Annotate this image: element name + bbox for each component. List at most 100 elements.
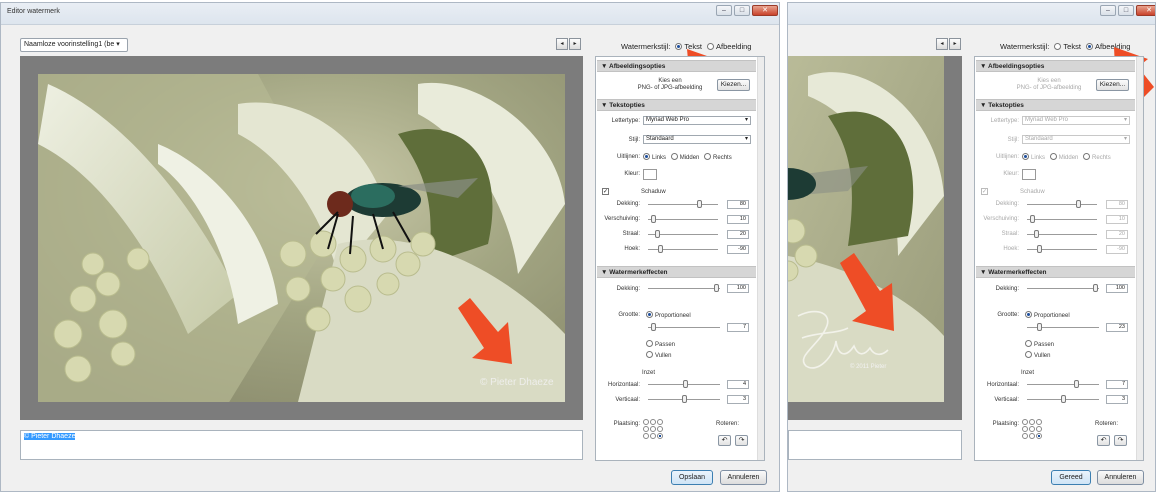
shadow-row-value[interactable]: 20 (727, 230, 749, 239)
choose-image-button[interactable]: Kiezen... (717, 79, 750, 91)
shadow-slider-thumb[interactable] (654, 230, 660, 238)
rotate-left-button[interactable]: ↶ (718, 435, 731, 446)
shadow-row-value[interactable]: -90 (727, 245, 749, 254)
fill-radio[interactable] (1025, 351, 1032, 358)
anchor-point[interactable] (650, 433, 656, 439)
fill-radio[interactable] (646, 351, 653, 358)
anchor-point[interactable] (1029, 433, 1035, 439)
image-options-header-right[interactable]: ▼ Afbeeldingsopties (976, 60, 1135, 72)
size-proportional[interactable]: Proportioneel (643, 311, 691, 319)
size-value[interactable]: 23 (1106, 323, 1128, 332)
next-image-button[interactable]: ▸ (569, 38, 581, 50)
shadow-slider-thumb[interactable] (657, 245, 663, 253)
horizontal-slider-thumb[interactable] (682, 380, 688, 388)
shadow-row-value[interactable]: 10 (1106, 215, 1128, 224)
prev-image-button[interactable]: ◂ (556, 38, 568, 50)
anchor-point[interactable] (643, 419, 649, 425)
fit-option[interactable]: Passen (1022, 340, 1054, 348)
rotate-right-button[interactable]: ↷ (735, 435, 748, 446)
shadow-slider-thumb[interactable] (696, 200, 702, 208)
fit-radio[interactable] (646, 340, 653, 347)
shadow-slider-thumb[interactable] (651, 215, 657, 223)
shadow-slider-track[interactable] (1027, 204, 1097, 205)
align-center-radio-right[interactable] (1049, 153, 1057, 160)
fill-option[interactable]: Vullen (1022, 351, 1050, 359)
shadow-slider-thumb[interactable] (1030, 215, 1036, 223)
anchor-point[interactable] (1036, 419, 1042, 425)
shadow-slider-thumb[interactable] (1036, 245, 1042, 253)
size-value[interactable]: 7 (727, 323, 749, 332)
font-select[interactable]: Myriad Web Pro (643, 116, 751, 125)
size-slider-track[interactable] (648, 327, 720, 328)
color-swatch-right[interactable] (1022, 169, 1036, 180)
shadow-row-value[interactable]: 20 (1106, 230, 1128, 239)
image-options-header[interactable]: ▼ Afbeeldingsopties (597, 60, 756, 72)
vertical-slider-thumb[interactable] (681, 395, 687, 403)
horizontal-slider-thumb[interactable] (1073, 380, 1079, 388)
anchor-point[interactable] (657, 433, 663, 439)
anchor-point[interactable] (1022, 433, 1028, 439)
watermark-text-input-right[interactable] (788, 430, 962, 460)
shadow-slider-track[interactable] (648, 204, 718, 205)
shadow-checkbox-right[interactable]: ✓ (981, 188, 988, 195)
anchor-point[interactable] (650, 419, 656, 425)
rotate-left-button[interactable]: ↶ (1097, 435, 1110, 446)
fill-option[interactable]: Vullen (643, 351, 671, 359)
anchor-point[interactable] (1036, 426, 1042, 432)
maximize-button-right[interactable]: □ (1118, 5, 1134, 16)
shadow-checkbox[interactable]: ✓ (602, 188, 609, 195)
proportional-radio[interactable] (646, 311, 653, 318)
watermark-effects-header[interactable]: ▼ Watermerkeffecten (597, 266, 756, 278)
close-button-right[interactable]: ✕ (1136, 5, 1155, 16)
prev-image-button-right[interactable]: ◂ (936, 38, 948, 50)
close-button[interactable]: ✕ (752, 5, 778, 16)
font-select-right[interactable]: Myriad Web Pro (1022, 116, 1130, 125)
style-select-right[interactable]: Standaard (1022, 135, 1130, 144)
style-select[interactable]: Standaard (643, 135, 751, 144)
anchor-point[interactable] (643, 433, 649, 439)
watermark-effects-header-right[interactable]: ▼ Watermerkeffecten (976, 266, 1135, 278)
radio-image-right[interactable] (1086, 43, 1094, 50)
anchor-point[interactable] (1022, 419, 1028, 425)
shadow-row-value[interactable]: 10 (727, 215, 749, 224)
vertical-value[interactable]: 3 (1106, 395, 1128, 404)
shadow-slider-track[interactable] (648, 219, 718, 220)
horizontal-slider-track[interactable] (1027, 384, 1099, 385)
opacity-value[interactable]: 100 (1106, 284, 1128, 293)
shadow-slider-track[interactable] (1027, 219, 1097, 220)
panel-scrollbar[interactable] (757, 57, 764, 460)
anchor-point[interactable] (657, 419, 663, 425)
done-button[interactable]: Gereed (1051, 470, 1091, 485)
save-button[interactable]: Opslaan (671, 470, 713, 485)
horizontal-value[interactable]: 4 (727, 380, 749, 389)
panel-scrollbar-right[interactable] (1136, 57, 1143, 460)
fit-option[interactable]: Passen (643, 340, 675, 348)
opacity-slider-thumb[interactable] (1092, 284, 1098, 292)
choose-image-button-right[interactable]: Kiezen... (1096, 79, 1129, 91)
shadow-slider-thumb[interactable] (1033, 230, 1039, 238)
opacity-value[interactable]: 100 (727, 284, 749, 293)
align-left-radio-right[interactable] (1022, 153, 1029, 160)
rotate-right-button[interactable]: ↷ (1114, 435, 1127, 446)
maximize-button[interactable]: □ (734, 5, 750, 16)
anchor-point[interactable] (643, 426, 649, 432)
proportional-radio[interactable] (1025, 311, 1032, 318)
next-image-button-right[interactable]: ▸ (949, 38, 961, 50)
watermark-text-input[interactable]: © Pieter Dhaeze (20, 430, 583, 460)
cancel-button-right[interactable]: Annuleren (1097, 470, 1144, 485)
anchor-point[interactable] (650, 426, 656, 432)
align-right-radio-right[interactable] (1083, 153, 1091, 160)
size-slider-thumb[interactable] (1037, 323, 1043, 331)
color-swatch[interactable] (643, 169, 657, 180)
anchor-point[interactable] (1029, 426, 1035, 432)
fit-radio[interactable] (1025, 340, 1032, 347)
opacity-slider-track[interactable] (648, 288, 720, 289)
align-left-radio[interactable] (643, 153, 650, 160)
minimize-button-right[interactable]: – (1100, 5, 1116, 16)
opacity-slider-thumb[interactable] (713, 284, 719, 292)
shadow-row-value[interactable]: -90 (1106, 245, 1128, 254)
preset-dropdown[interactable]: Naamloze voorinstelling1 (be ▾ (20, 38, 128, 52)
cancel-button[interactable]: Annuleren (720, 470, 767, 485)
minimize-button[interactable]: – (716, 5, 732, 16)
shadow-row-value[interactable]: 80 (727, 200, 749, 209)
